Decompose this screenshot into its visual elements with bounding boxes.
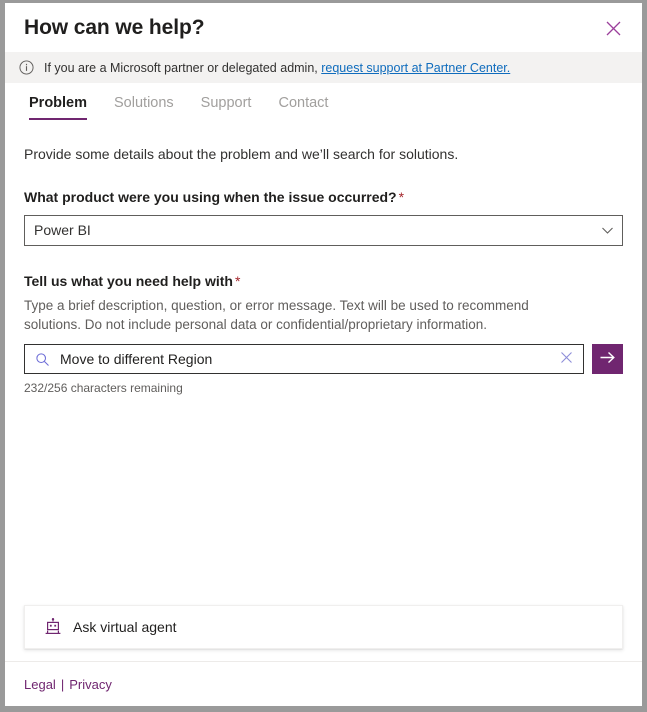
ask-virtual-agent-card[interactable]: Ask virtual agent (24, 605, 623, 649)
legal-link[interactable]: Legal (24, 677, 56, 692)
character-counter: 232/256 characters remaining (24, 381, 623, 395)
help-required-marker: * (235, 273, 240, 289)
partner-center-link[interactable]: request support at Partner Center. (321, 61, 510, 75)
partner-info-banner: If you are a Microsoft partner or delega… (5, 52, 642, 83)
arrow-right-icon (599, 350, 616, 368)
info-icon (19, 60, 35, 75)
robot-icon (44, 618, 62, 636)
tab-solutions[interactable]: Solutions (114, 95, 174, 120)
footer-separator: | (61, 677, 64, 692)
close-icon (606, 21, 621, 36)
close-button[interactable] (598, 13, 628, 43)
intro-text: Provide some details about the problem a… (24, 146, 623, 162)
search-icon (35, 352, 51, 367)
product-label-text: What product were you using when the iss… (24, 189, 397, 205)
tab-contact[interactable]: Contact (278, 95, 328, 120)
help-dialog-window: How can we help? If you are a Microsoft … (5, 3, 642, 706)
dialog-body: Provide some details about the problem a… (5, 126, 642, 661)
search-field-wrap[interactable] (24, 344, 584, 374)
privacy-link[interactable]: Privacy (69, 677, 112, 692)
banner-text-wrap: If you are a Microsoft partner or delega… (44, 61, 510, 75)
dialog-header: How can we help? (5, 3, 642, 52)
ask-virtual-agent-label: Ask virtual agent (73, 619, 177, 635)
tab-support[interactable]: Support (201, 95, 252, 120)
product-field-label: What product were you using when the iss… (24, 189, 623, 205)
search-input[interactable] (51, 351, 557, 367)
help-search-row (24, 344, 623, 374)
help-field-label: Tell us what you need help with* (24, 273, 623, 289)
product-select[interactable]: Power BI (24, 215, 623, 246)
help-label-text: Tell us what you need help with (24, 273, 233, 289)
product-required-marker: * (399, 189, 404, 205)
help-field-description: Type a brief description, question, or e… (24, 296, 544, 334)
clear-search-button[interactable] (557, 350, 575, 368)
tab-problem[interactable]: Problem (29, 95, 87, 120)
tab-bar: Problem Solutions Support Contact (5, 83, 642, 126)
dialog-footer: Legal | Privacy (5, 661, 642, 706)
banner-text: If you are a Microsoft partner or delega… (44, 61, 321, 75)
product-select-wrap: Power BI (24, 215, 623, 246)
submit-search-button[interactable] (592, 344, 623, 374)
page-title: How can we help? (5, 16, 204, 40)
close-icon (560, 351, 573, 367)
